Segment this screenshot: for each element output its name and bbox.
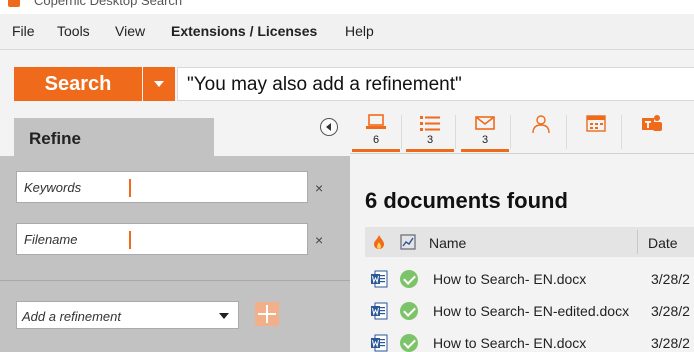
column-name-header[interactable]: Name xyxy=(429,235,466,251)
list-icon xyxy=(420,116,440,131)
table-row[interactable]: How to Search- EN.docx 3/28/2 xyxy=(365,327,694,352)
add-refinement-select[interactable]: Add a refinement xyxy=(16,301,239,329)
tab-underline xyxy=(461,149,509,152)
indexed-check-icon xyxy=(400,302,418,320)
results-pane: 6 3 3 6 documents found Name Date How to… xyxy=(350,111,694,352)
tab-underline xyxy=(406,149,454,152)
result-date: 3/28/2 xyxy=(651,303,690,319)
tab-count: 3 xyxy=(426,134,434,146)
title-bar: Copernic Desktop Search xyxy=(0,0,694,14)
results-summary: 6 documents found xyxy=(365,188,568,213)
tab-separator xyxy=(621,115,622,149)
menu-file[interactable]: File xyxy=(12,23,35,39)
menu-bar: File Tools View Extensions / Licenses He… xyxy=(0,14,694,50)
tab-contacts[interactable] xyxy=(517,111,567,155)
tab-underline xyxy=(352,149,400,152)
word-doc-icon xyxy=(371,302,388,320)
add-refinement-button[interactable] xyxy=(255,302,279,326)
email-icon xyxy=(475,116,495,130)
clear-keywords-button[interactable]: × xyxy=(315,180,323,196)
filename-field[interactable]: Filename xyxy=(16,223,308,255)
computer-icon xyxy=(366,114,386,129)
keywords-label: Keywords xyxy=(24,180,82,195)
keywords-field[interactable]: Keywords xyxy=(16,171,308,203)
refine-tab[interactable]: Refine xyxy=(14,118,214,156)
tabs-baseline xyxy=(350,153,694,154)
search-options-dropdown[interactable] xyxy=(143,67,175,101)
menu-view[interactable]: View xyxy=(115,23,145,39)
contact-icon xyxy=(532,115,550,134)
app-logo-icon xyxy=(8,0,20,7)
teams-icon xyxy=(642,115,662,131)
indexed-check-icon xyxy=(400,270,418,288)
word-doc-icon xyxy=(371,334,388,352)
tab-calendar[interactable] xyxy=(572,111,622,155)
tab-teams[interactable] xyxy=(628,111,676,155)
tab-separator xyxy=(510,115,511,149)
result-name: How to Search- EN-edited.docx xyxy=(433,303,630,319)
relevance-fire-icon[interactable] xyxy=(373,234,385,250)
results-list-header: Name Date xyxy=(365,227,694,257)
menu-extensions-licenses[interactable]: Extensions / Licenses xyxy=(171,23,317,39)
indexed-check-icon xyxy=(400,334,418,352)
text-caret xyxy=(129,179,131,197)
window-title: Copernic Desktop Search xyxy=(34,0,183,8)
chevron-down-icon xyxy=(219,313,229,319)
preview-chart-icon[interactable] xyxy=(400,234,416,250)
column-separator[interactable] xyxy=(637,230,638,254)
word-doc-icon xyxy=(371,270,388,288)
table-row[interactable]: How to Search- EN-edited.docx 3/28/2 xyxy=(365,295,694,327)
tab-count: 6 xyxy=(372,134,380,146)
search-bar: Search "You may also add a refinement" xyxy=(0,51,694,111)
panel-divider xyxy=(0,280,350,281)
chevron-down-icon xyxy=(154,81,164,87)
tab-separator xyxy=(401,115,402,149)
filename-label: Filename xyxy=(24,232,78,247)
add-refinement-label: Add a refinement xyxy=(22,309,122,324)
tab-files[interactable]: 6 xyxy=(352,111,402,155)
result-name: How to Search- EN.docx xyxy=(433,335,587,351)
chevron-left-icon xyxy=(326,123,331,131)
search-input[interactable]: "You may also add a refinement" xyxy=(177,67,694,101)
tab-emails[interactable]: 3 xyxy=(461,111,511,155)
menu-help[interactable]: Help xyxy=(345,23,374,39)
column-date-header[interactable]: Date xyxy=(648,235,678,251)
clear-filename-button[interactable]: × xyxy=(315,232,323,248)
tab-separator xyxy=(566,115,567,149)
search-button[interactable]: Search xyxy=(14,67,142,101)
refine-title: Refine xyxy=(29,129,81,148)
result-date: 3/28/2 xyxy=(651,335,690,351)
text-caret xyxy=(129,231,131,249)
result-name: How to Search- EN.docx xyxy=(433,271,587,287)
table-row[interactable]: How to Search- EN.docx 3/28/2 xyxy=(365,263,694,295)
menu-tools[interactable]: Tools xyxy=(57,23,90,39)
result-date: 3/28/2 xyxy=(651,271,690,287)
tab-separator xyxy=(455,115,456,149)
tab-lists[interactable]: 3 xyxy=(406,111,456,155)
tab-count: 3 xyxy=(481,134,489,146)
collapse-panel-button[interactable] xyxy=(320,118,338,136)
category-tabs: 6 3 3 xyxy=(350,111,694,155)
calendar-icon xyxy=(586,115,606,132)
